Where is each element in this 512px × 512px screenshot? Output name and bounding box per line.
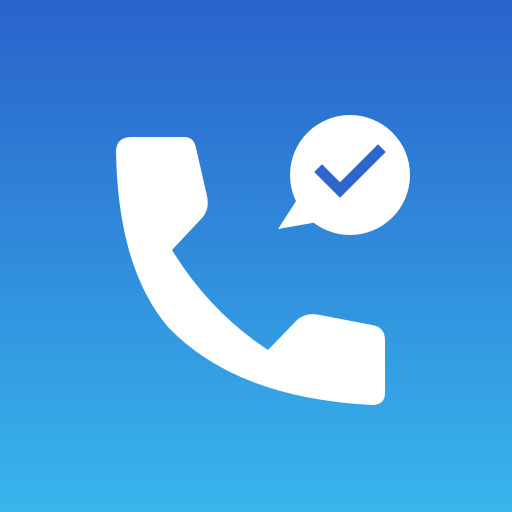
app-icon-graphic: [0, 0, 512, 512]
app-icon: [0, 0, 512, 512]
icon-background: [0, 0, 512, 512]
